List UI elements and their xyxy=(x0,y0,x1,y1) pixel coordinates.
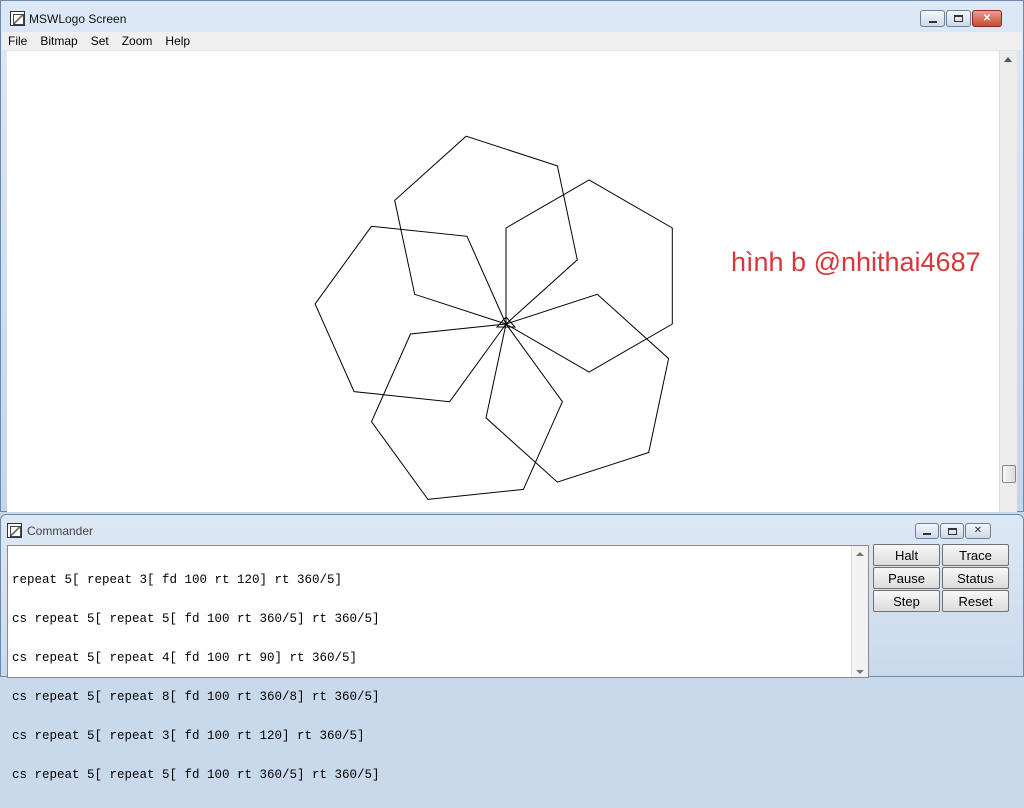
history-line[interactable]: cs repeat 5[ repeat 3[ fd 100 rt 120] rt… xyxy=(12,730,380,743)
commander-buttons: Halt Trace Pause Status Step Reset xyxy=(873,544,1009,612)
command-history-list[interactable]: repeat 5[ repeat 3[ fd 100 rt 120] rt 36… xyxy=(7,545,869,782)
commander-app-icon[interactable] xyxy=(7,523,22,538)
minimize-button[interactable] xyxy=(920,10,945,27)
scroll-thumb[interactable] xyxy=(1002,465,1016,483)
scroll-up-icon[interactable] xyxy=(1004,57,1012,62)
mswlogo-screen-window: MSWLogo Screen ✕ File Bitmap Set Zoom He… xyxy=(0,0,1024,512)
window-title: MSWLogo Screen xyxy=(29,12,127,26)
halt-button[interactable]: Halt xyxy=(873,544,940,566)
maximize-icon xyxy=(947,527,957,535)
hexagon-path xyxy=(505,179,673,373)
menu-bar: File Bitmap Set Zoom Help xyxy=(2,32,1022,50)
scroll-down-icon[interactable] xyxy=(856,670,864,674)
status-button[interactable]: Status xyxy=(942,567,1009,589)
menu-file[interactable]: File xyxy=(8,34,27,48)
turtle-drawing xyxy=(314,135,673,500)
canvas-vertical-scrollbar[interactable] xyxy=(999,51,1017,512)
close-icon: ✕ xyxy=(973,525,983,536)
menu-help[interactable]: Help xyxy=(165,34,190,48)
history-line[interactable]: repeat 5[ repeat 3[ fd 100 rt 120] rt 36… xyxy=(12,574,380,587)
commander-title: Commander xyxy=(27,524,94,538)
hexagon-path xyxy=(370,323,563,500)
maximize-icon xyxy=(954,15,963,22)
history-line[interactable]: cs repeat 5[ repeat 4[ fd 100 rt 90] rt … xyxy=(12,652,380,665)
trace-button[interactable]: Trace xyxy=(942,544,1009,566)
command-history-lines: repeat 5[ repeat 3[ fd 100 rt 120] rt 36… xyxy=(12,548,380,808)
turtle-canvas[interactable]: hình b @nhithai4687 xyxy=(7,51,999,512)
maximize-button[interactable] xyxy=(946,10,971,27)
step-button[interactable]: Step xyxy=(873,590,940,612)
reset-button[interactable]: Reset xyxy=(942,590,1009,612)
menu-set[interactable]: Set xyxy=(91,34,109,48)
minimize-icon xyxy=(923,533,931,535)
history-line[interactable]: cs repeat 5[ repeat 5[ fd 100 rt 360/5] … xyxy=(12,613,380,626)
commander-maximize-button[interactable] xyxy=(940,523,964,539)
mswlogo-app-icon[interactable] xyxy=(10,11,25,26)
menu-bitmap[interactable]: Bitmap xyxy=(40,34,77,48)
close-icon: ✕ xyxy=(982,12,992,24)
history-scrollbar[interactable] xyxy=(851,546,868,677)
history-line[interactable]: cs repeat 5[ repeat 5[ fd 100 rt 360/5] … xyxy=(12,769,380,782)
main-caption-buttons: ✕ xyxy=(919,10,1002,27)
hexagon-path xyxy=(394,135,578,325)
pause-button[interactable]: Pause xyxy=(873,567,940,589)
commander-minimize-button[interactable] xyxy=(915,523,939,539)
minimize-icon xyxy=(928,20,937,23)
scroll-up-icon[interactable] xyxy=(856,552,864,556)
main-titlebar[interactable]: MSWLogo Screen ✕ xyxy=(1,1,1023,31)
commander-close-button[interactable]: ✕ xyxy=(965,523,991,539)
hexagon-path xyxy=(314,225,507,403)
commander-window: Commander ✕ repeat 5[ repeat 3[ fd 100 r… xyxy=(0,514,1024,782)
menu-zoom[interactable]: Zoom xyxy=(122,34,153,48)
watermark-text: hình b @nhithai4687 xyxy=(731,247,981,277)
commander-caption-buttons: ✕ xyxy=(914,523,991,539)
hexagon-path xyxy=(485,293,670,483)
close-button[interactable]: ✕ xyxy=(972,10,1002,27)
history-line[interactable]: cs repeat 5[ repeat 8[ fd 100 rt 360/8] … xyxy=(12,691,380,704)
